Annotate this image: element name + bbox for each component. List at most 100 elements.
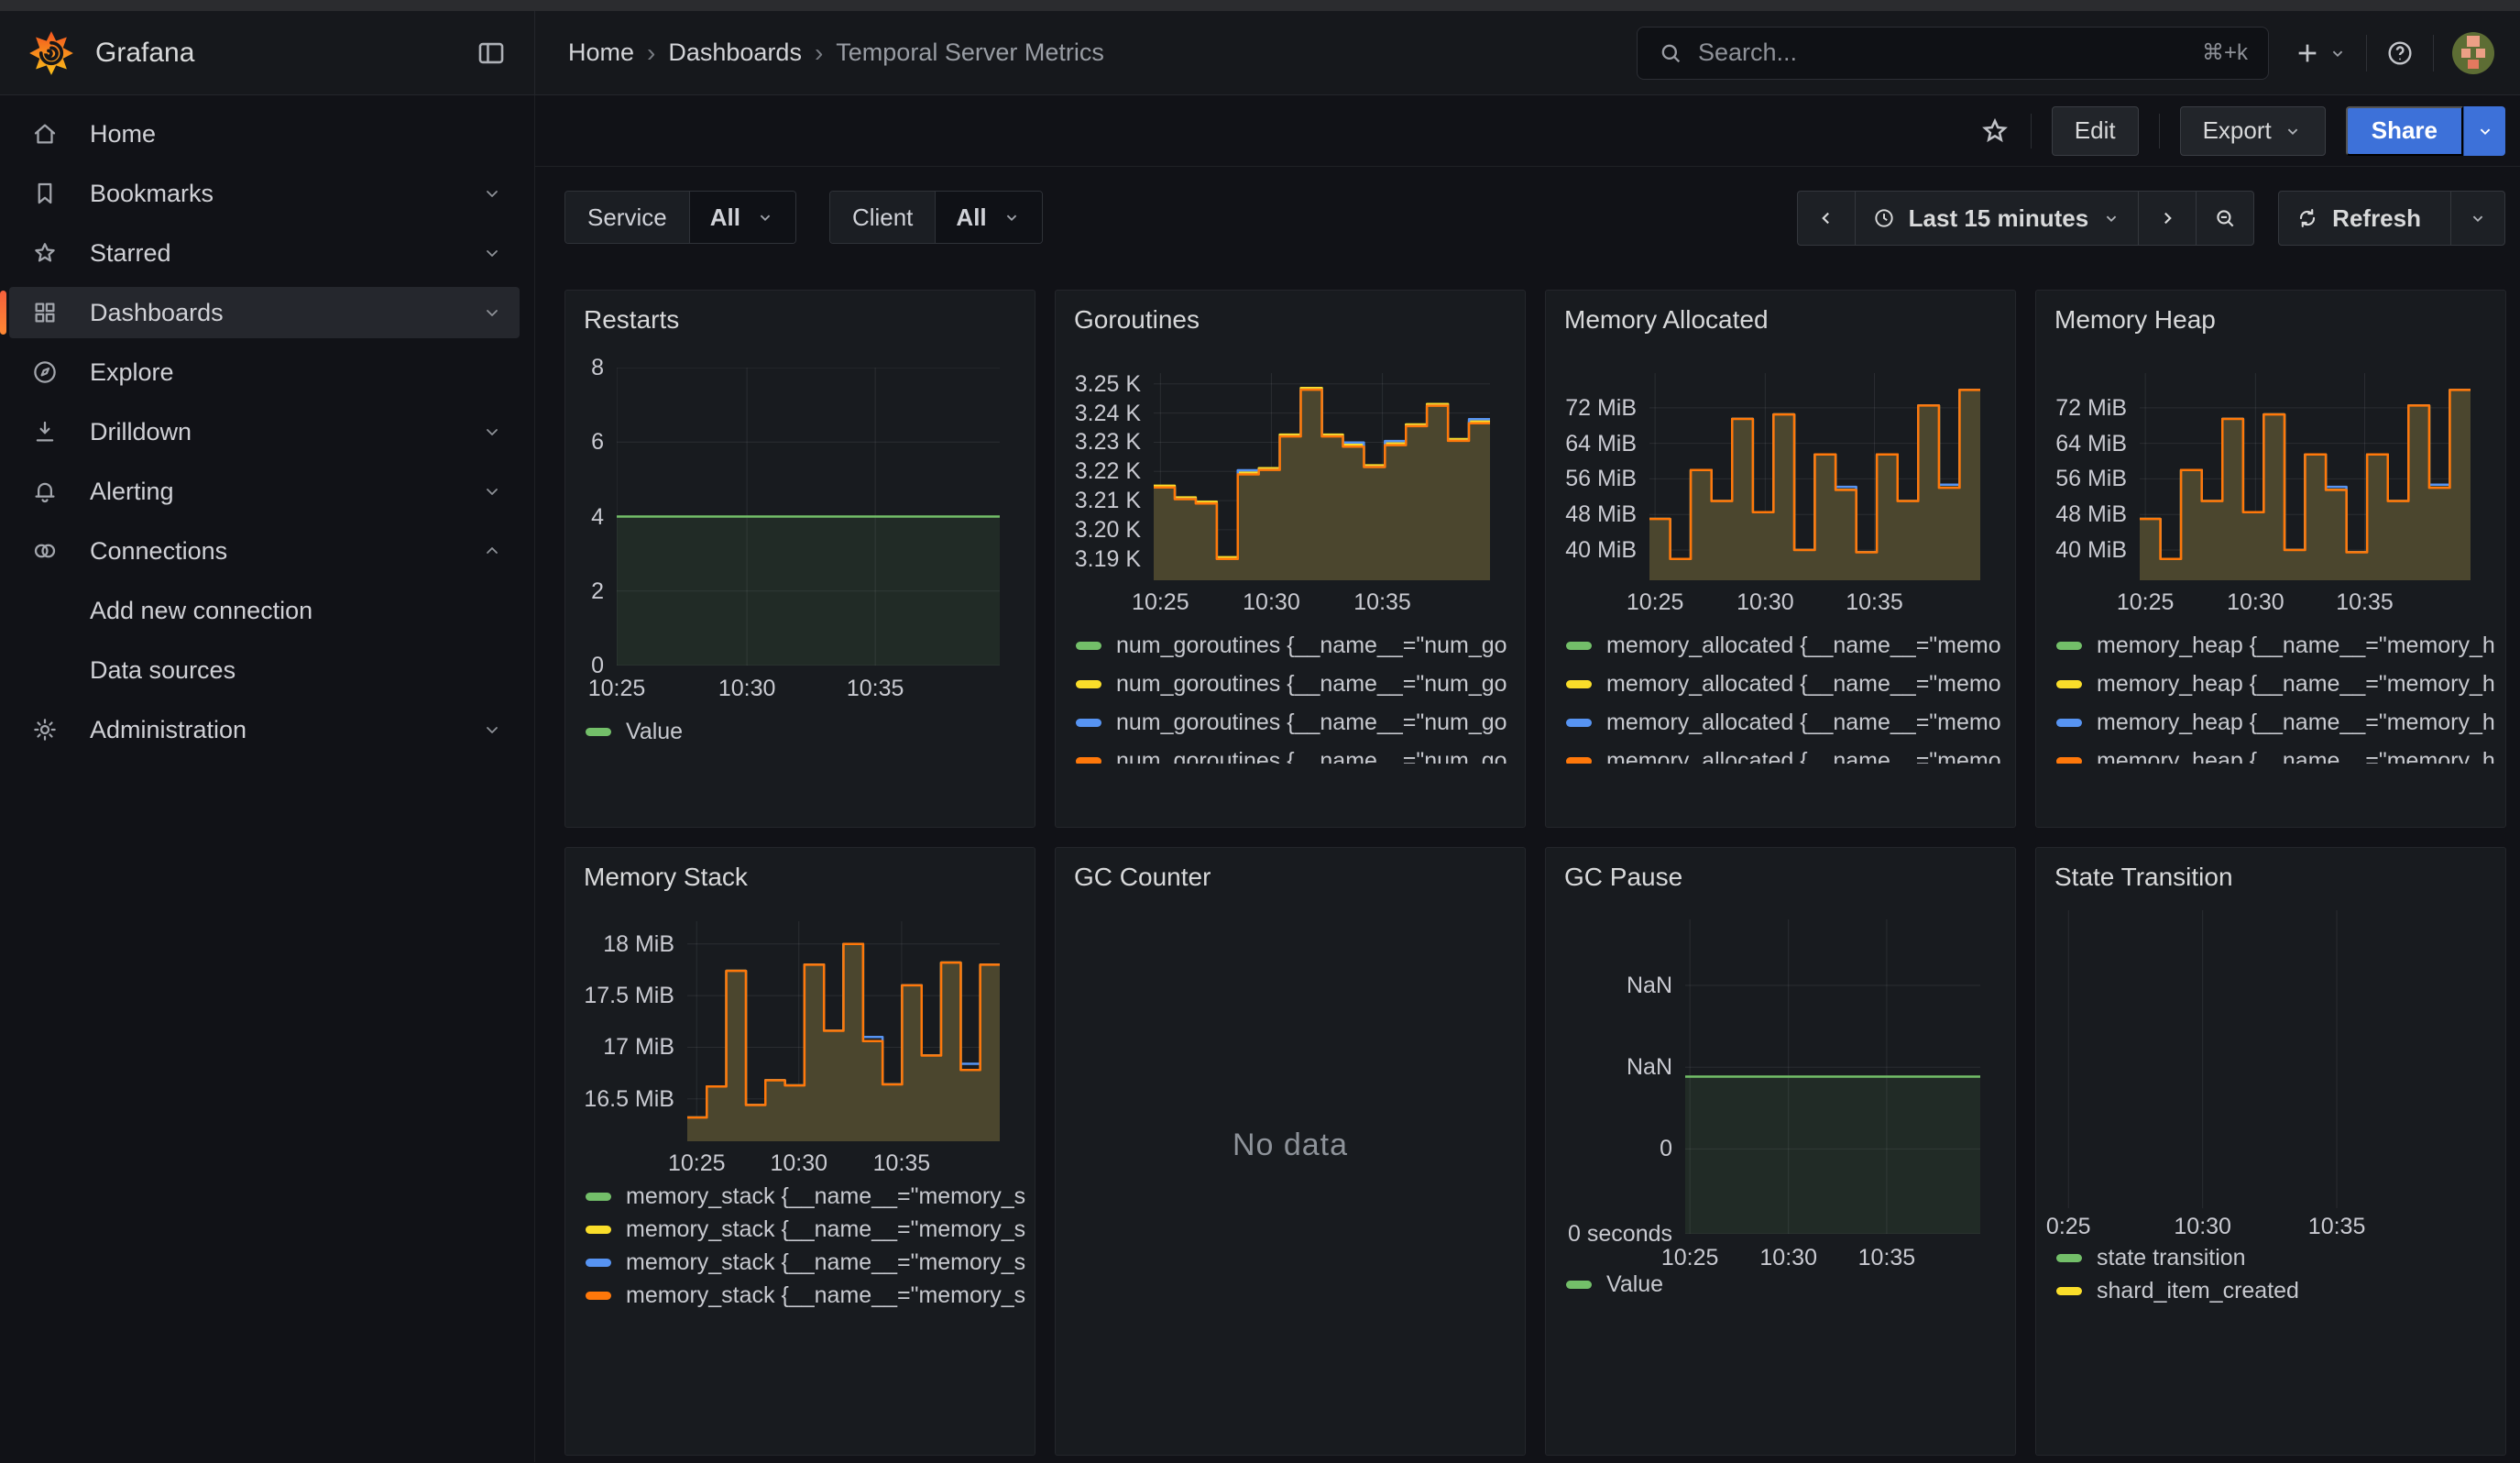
chart-plot-area[interactable] (1685, 919, 1980, 1234)
refresh-button[interactable]: Refresh (2279, 192, 2451, 245)
legend-item[interactable]: memory_allocated {__name__="memo (1566, 665, 2006, 703)
main-content: Edit Export Share (535, 95, 2520, 1462)
legend-label: memory_heap {__name__="memory_h (2097, 671, 2495, 698)
legend-item[interactable]: num_goroutines {__name__="num_go (1076, 626, 1516, 665)
y-axis-tick: 3.22 K (1056, 458, 1141, 485)
legend-item[interactable]: memory_stack {__name__="memory_s (586, 1246, 1025, 1279)
client-filter-value[interactable]: All (936, 192, 1041, 243)
legend-swatch (586, 1193, 611, 1201)
panel-title[interactable]: Restarts (584, 305, 679, 335)
chevron-down-icon (481, 421, 503, 443)
sidebar-item-connections[interactable]: Connections (9, 525, 520, 577)
panel-title[interactable]: Memory Stack (584, 863, 748, 892)
sidebar-item-add-new-connection[interactable]: Add new connection (9, 585, 520, 636)
y-axis-tick: 8 (565, 355, 604, 381)
search-input[interactable]: Search... ⌘+k (1637, 27, 2269, 80)
x-axis-tick: 10:30 (2227, 589, 2284, 616)
dashboard-controls: Service All Client All (535, 167, 2520, 290)
share-button-label: Share (2372, 116, 2438, 145)
chevron-down-icon (2468, 208, 2488, 228)
client-filter[interactable]: Client All (829, 191, 1043, 244)
legend-item[interactable]: memory_heap {__name__="memory_h (2056, 742, 2496, 764)
grafana-logo-icon[interactable] (27, 29, 75, 77)
share-button[interactable]: Share (2346, 106, 2463, 156)
panel-title[interactable]: State Transition (2054, 863, 2233, 892)
breadcrumb-item-dashboards[interactable]: Dashboards (668, 38, 802, 67)
sidebar-item-data-sources[interactable]: Data sources (9, 644, 520, 696)
grafana-app: Grafana Home›Dashboards›Temporal Server … (0, 0, 2520, 1463)
sidebar-item-administration[interactable]: Administration (9, 704, 520, 755)
legend-item[interactable]: memory_heap {__name__="memory_h (2056, 626, 2496, 665)
add-button[interactable] (2293, 38, 2348, 68)
chevron-down-icon (2101, 208, 2121, 228)
legend-item[interactable]: Value (1566, 1268, 2006, 1301)
service-filter-label: Service (565, 192, 690, 243)
legend-item[interactable]: num_goroutines {__name__="num_go (1076, 665, 1516, 703)
chart-plot-area[interactable] (687, 921, 1000, 1141)
sidebar-item-explore[interactable]: Explore (9, 346, 520, 398)
legend-swatch (1076, 642, 1101, 650)
sidebar-item-dashboards[interactable]: Dashboards (9, 287, 520, 338)
legend-label: memory_allocated {__name__="memo (1606, 748, 2001, 764)
sidebar-item-home[interactable]: Home (9, 108, 520, 160)
legend-item[interactable]: memory_stack {__name__="memory_s (586, 1279, 1025, 1312)
legend-item[interactable]: memory_heap {__name__="memory_h (2056, 703, 2496, 742)
legend-item[interactable]: memory_stack {__name__="memory_s (586, 1213, 1025, 1246)
share-options-button[interactable] (2463, 106, 2505, 156)
dock-sidebar-toggle-icon[interactable] (476, 38, 507, 69)
time-shift-forward-button[interactable] (2139, 192, 2197, 245)
legend-item[interactable]: memory_allocated {__name__="memo (1566, 742, 2006, 764)
home-icon (31, 120, 59, 148)
chart-plot-area[interactable] (1649, 373, 1980, 580)
chart-plot-area[interactable] (617, 368, 1000, 666)
x-axis-tick: 0:25 (2046, 1214, 2091, 1240)
legend-label: memory_heap {__name__="memory_h (2097, 632, 2495, 659)
chart-plot-area[interactable] (2042, 910, 2489, 1208)
legend-swatch (1566, 719, 1592, 727)
sidebar-item-bookmarks[interactable]: Bookmarks (9, 168, 520, 219)
y-axis-tick: 3.24 K (1056, 401, 1141, 427)
breadcrumb-item-home[interactable]: Home (568, 38, 634, 67)
legend-item[interactable]: memory_heap {__name__="memory_h (2056, 665, 2496, 703)
legend-item[interactable]: num_goroutines {__name__="num_go (1076, 703, 1516, 742)
x-axis-tick: 10:35 (1353, 589, 1411, 616)
legend-item[interactable]: memory_allocated {__name__="memo (1566, 626, 2006, 665)
service-filter[interactable]: Service All (564, 191, 796, 244)
legend-item[interactable]: memory_stack {__name__="memory_s (586, 1180, 1025, 1213)
favorite-star-icon[interactable] (1979, 116, 2011, 147)
sidebar-item-starred[interactable]: Starred (9, 227, 520, 279)
user-avatar[interactable] (2452, 32, 2494, 74)
chart-plot-area[interactable] (2140, 373, 2471, 580)
panel-title[interactable]: Memory Heap (2054, 305, 2216, 335)
window-titlebar-strip (0, 0, 2520, 11)
legend-label: memory_stack {__name__="memory_s (626, 1216, 1025, 1243)
service-filter-value[interactable]: All (690, 192, 795, 243)
divider (2433, 35, 2434, 72)
client-filter-label: Client (830, 192, 936, 243)
panel-title[interactable]: Goroutines (1074, 305, 1200, 335)
chevron-down-icon (755, 207, 775, 227)
chart-plot-area[interactable] (1154, 373, 1490, 580)
panel-title[interactable]: GC Pause (1564, 863, 1682, 892)
legend-item[interactable]: memory_allocated {__name__="memo (1566, 703, 2006, 742)
legend-item[interactable]: shard_item_created (2056, 1274, 2496, 1307)
legend-label: num_goroutines {__name__="num_go (1116, 671, 1507, 698)
time-range-picker[interactable]: Last 15 minutes (1856, 192, 2140, 245)
sidebar-item-alerting[interactable]: Alerting (9, 466, 520, 517)
time-shift-back-button[interactable] (1798, 192, 1856, 245)
panel-title[interactable]: Memory Allocated (1564, 305, 1769, 335)
edit-button[interactable]: Edit (2052, 106, 2139, 156)
help-button[interactable] (2385, 38, 2415, 68)
export-button[interactable]: Export (2180, 106, 2326, 156)
legend-item[interactable]: num_goroutines {__name__="num_go (1076, 742, 1516, 764)
legend-label: memory_allocated {__name__="memo (1606, 710, 2001, 736)
refresh-interval-button[interactable] (2451, 192, 2504, 245)
zoom-out-time-button[interactable] (2197, 192, 2253, 245)
y-axis-tick: 40 MiB (2036, 537, 2127, 564)
panel-legend: num_goroutines {__name__="num_gonum_goro… (1076, 626, 1516, 764)
sidebar-item-drilldown[interactable]: Drilldown (9, 406, 520, 457)
legend-item[interactable]: Value (586, 712, 1025, 751)
legend-item[interactable]: state transition (2056, 1241, 2496, 1274)
divider (2366, 35, 2367, 72)
panel-title[interactable]: GC Counter (1074, 863, 1211, 892)
